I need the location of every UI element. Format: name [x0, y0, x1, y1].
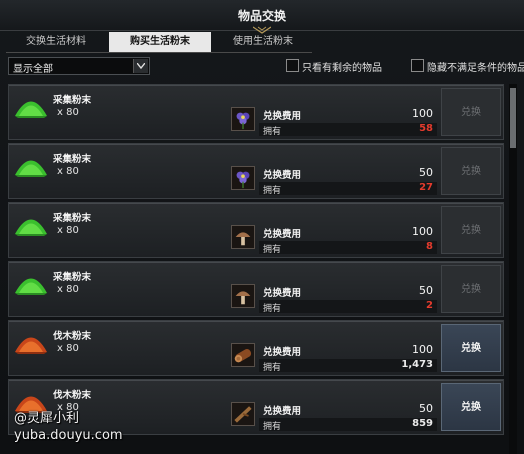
cost-label: 兑换费用 [263, 229, 302, 240]
cost-value: 100 [412, 343, 433, 356]
branch-icon[interactable] [231, 402, 255, 426]
chevron-down-icon[interactable] [133, 59, 148, 73]
green-powder-icon[interactable] [13, 207, 49, 237]
owned-bar [259, 182, 437, 195]
scrollbar-thumb[interactable] [510, 88, 516, 148]
item-name: 采集粉末 [53, 213, 92, 224]
cost-label: 兑换费用 [263, 347, 302, 358]
purple-flower-icon[interactable] [231, 166, 255, 190]
mushroom-icon[interactable] [231, 225, 255, 249]
row-highlight [9, 380, 503, 381]
item-name: 采集粉末 [53, 95, 92, 106]
watermark-site: yuba.douyu.com [14, 428, 123, 443]
log-icon[interactable] [231, 343, 255, 367]
tab-buy-powder[interactable]: 购买生活粉末 [109, 32, 211, 52]
tab-divider [6, 52, 312, 53]
checkbox-label: 隐藏不满足条件的物品 [427, 63, 524, 74]
owned-value: 1,473 [401, 359, 433, 370]
item-quantity: x 80 [57, 284, 79, 295]
row-highlight [9, 321, 503, 322]
exchange-row: 伐木粉末 x 80 兑换费用 100 拥有 1,473 兑换 [8, 320, 504, 376]
owned-value: 27 [419, 182, 433, 193]
hide-unmet-checkbox[interactable]: 隐藏不满足条件的物品 [411, 59, 524, 74]
exchange-button[interactable]: 兑换 [441, 383, 501, 431]
exchange-row: 采集粉末 x 80 兑换费用 50 拥有 2 兑换 [8, 261, 504, 317]
mushroom-icon[interactable] [231, 284, 255, 308]
exchange-row: 采集粉末 x 80 兑换费用 50 拥有 27 兑换 [8, 143, 504, 199]
owned-label: 拥有 [263, 363, 282, 373]
owned-value: 58 [419, 123, 433, 134]
watermark-user: @灵犀小利 [14, 411, 80, 426]
item-quantity: x 80 [57, 166, 79, 177]
cost-label: 兑换费用 [263, 170, 302, 181]
cost-label: 兑换费用 [263, 406, 302, 417]
row-highlight [9, 203, 503, 204]
exchange-row: 采集粉末 x 80 兑换费用 100 拥有 58 兑换 [8, 84, 504, 140]
cost-value: 100 [412, 225, 433, 238]
green-powder-icon[interactable] [13, 266, 49, 296]
list-scrollbar[interactable] [509, 84, 517, 454]
item-quantity: x 80 [57, 343, 79, 354]
display-filter-dropdown[interactable]: 显示全部 [8, 57, 150, 75]
row-highlight [9, 262, 503, 263]
filter-selected-value: 显示全部 [13, 64, 53, 75]
owned-value: 859 [412, 418, 433, 429]
exchange-button[interactable]: 兑换 [441, 88, 501, 136]
item-name: 伐木粉末 [53, 331, 92, 342]
tab-exchange-materials[interactable]: 交换生活材料 [6, 32, 106, 52]
owned-label: 拥有 [263, 422, 282, 432]
tab-use-powder[interactable]: 使用生活粉末 [214, 32, 312, 52]
row-highlight [9, 85, 503, 86]
green-powder-icon[interactable] [13, 148, 49, 178]
checkbox-box[interactable] [411, 59, 424, 72]
owned-label: 拥有 [263, 186, 282, 196]
checkbox-label: 只看有剩余的物品 [302, 63, 382, 74]
item-quantity: x 80 [57, 107, 79, 118]
exchange-button[interactable]: 兑换 [441, 265, 501, 313]
cost-value: 50 [419, 166, 433, 179]
tab-bar: 交换生活材料 购买生活粉末 使用生活粉末 [6, 32, 312, 52]
exchange-list: 采集粉末 x 80 兑换费用 100 拥有 58 兑换 采集粉末 x 80 兑换费用 50 拥有 27 兑… [8, 84, 504, 454]
item-name: 伐木粉末 [53, 390, 92, 401]
window-title: 物品交换 [237, 9, 286, 23]
owned-bar [259, 300, 437, 313]
checkbox-box[interactable] [286, 59, 299, 72]
item-name: 采集粉末 [53, 154, 92, 165]
owned-label: 拥有 [263, 245, 282, 255]
owned-value: 8 [426, 241, 433, 252]
exchange-row: 采集粉末 x 80 兑换费用 100 拥有 8 兑换 [8, 202, 504, 258]
exchange-button[interactable]: 兑换 [441, 147, 501, 195]
exchange-button[interactable]: 兑换 [441, 324, 501, 372]
window-titlebar: 物品交换 [0, 0, 524, 34]
owned-bar [259, 241, 437, 254]
orange-powder-icon[interactable] [13, 325, 49, 355]
cost-value: 50 [419, 402, 433, 415]
owned-label: 拥有 [263, 127, 282, 137]
watermark: @灵犀小利 yuba.douyu.com [14, 410, 123, 444]
owned-bar [259, 418, 437, 431]
row-highlight [9, 144, 503, 145]
purple-flower-icon[interactable] [231, 107, 255, 131]
item-quantity: x 80 [57, 225, 79, 236]
only-remaining-checkbox[interactable]: 只看有剩余的物品 [286, 59, 396, 74]
owned-value: 2 [426, 300, 433, 311]
owned-bar [259, 123, 437, 136]
exchange-button[interactable]: 兑换 [441, 206, 501, 254]
item-name: 采集粉末 [53, 272, 92, 283]
cost-value: 100 [412, 107, 433, 120]
cost-label: 兑换费用 [263, 111, 302, 122]
cost-value: 50 [419, 284, 433, 297]
owned-label: 拥有 [263, 304, 282, 314]
green-powder-icon[interactable] [13, 89, 49, 119]
cost-label: 兑换费用 [263, 288, 302, 299]
